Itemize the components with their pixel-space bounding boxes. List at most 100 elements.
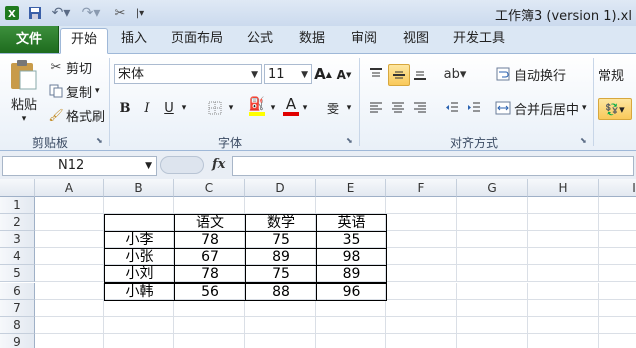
paste-dropdown-icon[interactable]: ▾: [16, 114, 32, 124]
insert-function-icon[interactable]: fx: [212, 157, 225, 172]
cell-B1[interactable]: [104, 197, 174, 215]
cell-H1[interactable]: [528, 197, 599, 215]
cell-G5[interactable]: [457, 265, 528, 283]
cell-A2[interactable]: [35, 214, 104, 232]
undo-icon[interactable]: ↶▾: [48, 3, 74, 23]
cell-A8[interactable]: [35, 316, 104, 334]
cut-button[interactable]: 剪切: [66, 58, 94, 77]
tab-insert[interactable]: 插入: [114, 28, 154, 52]
align-top-icon[interactable]: [366, 64, 386, 84]
cell-I3[interactable]: [599, 231, 636, 249]
copy-dropdown-icon[interactable]: ▾: [95, 86, 100, 96]
accounting-format-icon[interactable]: 💱▾: [598, 98, 632, 120]
formula-input[interactable]: [232, 156, 634, 176]
table-cell[interactable]: [104, 214, 175, 233]
number-format-combo[interactable]: 常规: [598, 64, 636, 84]
column-header-g[interactable]: G: [457, 179, 528, 197]
cell-I8[interactable]: [599, 317, 636, 334]
cell-D1[interactable]: [245, 197, 316, 215]
worksheet-grid[interactable]: A B C D E F G H I 1 2 3 4 5 6 7 8 9 语文 数学 英语 小李 78 75 35 小张 67 89 98…: [0, 179, 636, 348]
cell-H5[interactable]: [528, 265, 599, 283]
cell-I6[interactable]: [599, 283, 636, 300]
cell-H2[interactable]: [528, 214, 599, 232]
borders-icon[interactable]: [204, 98, 226, 118]
cell-D8[interactable]: [245, 316, 316, 334]
row-header-8[interactable]: 8: [0, 316, 35, 334]
cell-A6[interactable]: [35, 282, 104, 300]
align-bottom-icon[interactable]: [410, 64, 430, 84]
cell-A3[interactable]: [35, 231, 104, 249]
cell-D9[interactable]: [245, 333, 316, 348]
align-center-icon[interactable]: [388, 98, 408, 118]
tab-review[interactable]: 审阅: [344, 28, 384, 52]
cell-H3[interactable]: [528, 231, 599, 249]
copy-button[interactable]: 复制 ▾: [66, 82, 106, 101]
phonetic-dropdown-icon[interactable]: ▾: [344, 98, 354, 118]
cell-G7[interactable]: [457, 299, 528, 317]
table-cell[interactable]: 小张: [104, 248, 175, 267]
table-cell[interactable]: 78: [174, 265, 246, 284]
cell-F3[interactable]: [386, 231, 457, 249]
table-cell[interactable]: 98: [316, 248, 387, 267]
fill-color-dropdown-icon[interactable]: ▾: [268, 98, 278, 118]
tab-page-layout[interactable]: 页面布局: [166, 28, 228, 52]
table-cell[interactable]: 35: [316, 231, 387, 250]
tab-data[interactable]: 数据: [292, 28, 332, 52]
table-cell[interactable]: 89: [245, 248, 317, 267]
select-all-corner[interactable]: [0, 179, 35, 197]
cell-A9[interactable]: [35, 333, 104, 348]
table-cell[interactable]: 小韩: [104, 282, 175, 301]
table-cell[interactable]: 小刘: [104, 265, 175, 284]
font-name-combo[interactable]: 宋体 ▼: [114, 64, 262, 84]
table-cell[interactable]: 小李: [104, 231, 175, 250]
cell-G6[interactable]: [457, 282, 528, 300]
cell-F2[interactable]: [386, 214, 457, 232]
cell-A1[interactable]: [35, 197, 104, 215]
font-size-combo[interactable]: 11 ▼: [264, 64, 312, 84]
cell-C8[interactable]: [174, 316, 245, 334]
decrease-indent-icon[interactable]: [442, 98, 462, 118]
font-color-button[interactable]: A: [282, 94, 300, 118]
cell-H6[interactable]: [528, 282, 599, 300]
cell-C1[interactable]: [174, 197, 245, 215]
italic-button[interactable]: I: [138, 98, 156, 118]
cell-I5[interactable]: [599, 265, 636, 283]
column-header-f[interactable]: F: [386, 179, 457, 197]
column-header-b[interactable]: B: [104, 179, 174, 197]
cell-F9[interactable]: [386, 333, 457, 348]
font-color-dropdown-icon[interactable]: ▾: [300, 98, 310, 118]
align-left-icon[interactable]: [366, 98, 386, 118]
table-cell[interactable]: 75: [245, 231, 317, 250]
table-cell[interactable]: 67: [174, 248, 246, 267]
row-header-3[interactable]: 3: [0, 231, 35, 249]
table-cell[interactable]: 78: [174, 231, 246, 250]
cell-G8[interactable]: [457, 316, 528, 334]
cell-E1[interactable]: [316, 197, 386, 215]
row-header-6[interactable]: 6: [0, 282, 35, 300]
formula-bar-splitter[interactable]: [160, 156, 204, 174]
align-right-icon[interactable]: [410, 98, 430, 118]
name-box[interactable]: N12 ▼: [2, 156, 157, 176]
row-header-2[interactable]: 2: [0, 214, 35, 232]
borders-dropdown-icon[interactable]: ▾: [226, 98, 236, 118]
column-header-h[interactable]: H: [528, 179, 599, 197]
column-header-e[interactable]: E: [316, 179, 386, 197]
increase-indent-icon[interactable]: [464, 98, 484, 118]
cell-E7[interactable]: [316, 299, 386, 317]
underline-dropdown-icon[interactable]: ▾: [178, 98, 190, 118]
tools-icon[interactable]: ✂: [110, 3, 130, 23]
save-icon[interactable]: [26, 3, 44, 23]
tab-formulas[interactable]: 公式: [240, 28, 280, 52]
row-header-7[interactable]: 7: [0, 299, 35, 317]
cell-F8[interactable]: [386, 316, 457, 334]
cell-I1[interactable]: [599, 197, 636, 215]
cell-B8[interactable]: [104, 316, 174, 334]
cell-E8[interactable]: [316, 316, 386, 334]
table-cell[interactable]: 语文: [174, 214, 246, 233]
table-cell[interactable]: 75: [245, 265, 317, 284]
alignment-launcher-icon[interactable]: ⬊: [580, 136, 590, 146]
cell-B7[interactable]: [104, 299, 174, 317]
cell-H9[interactable]: [528, 333, 599, 348]
wrap-text-button[interactable]: 自动换行: [514, 64, 578, 84]
paste-icon[interactable]: [6, 58, 40, 92]
